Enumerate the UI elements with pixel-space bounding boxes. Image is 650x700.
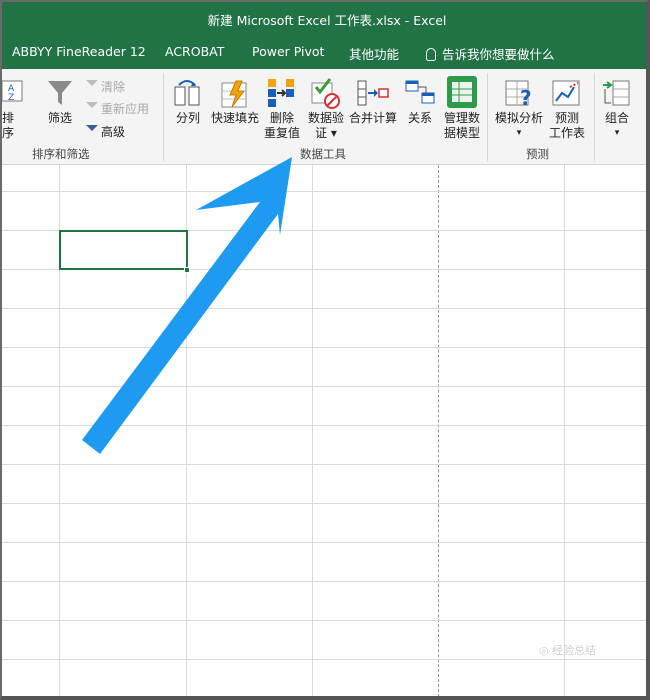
watermark: ◎ 经验总结 (539, 644, 597, 657)
annotation-arrow (82, 157, 292, 454)
excel-window: 新建 Microsoft Excel 工作表.xlsx - Excel ABBY… (0, 0, 650, 700)
